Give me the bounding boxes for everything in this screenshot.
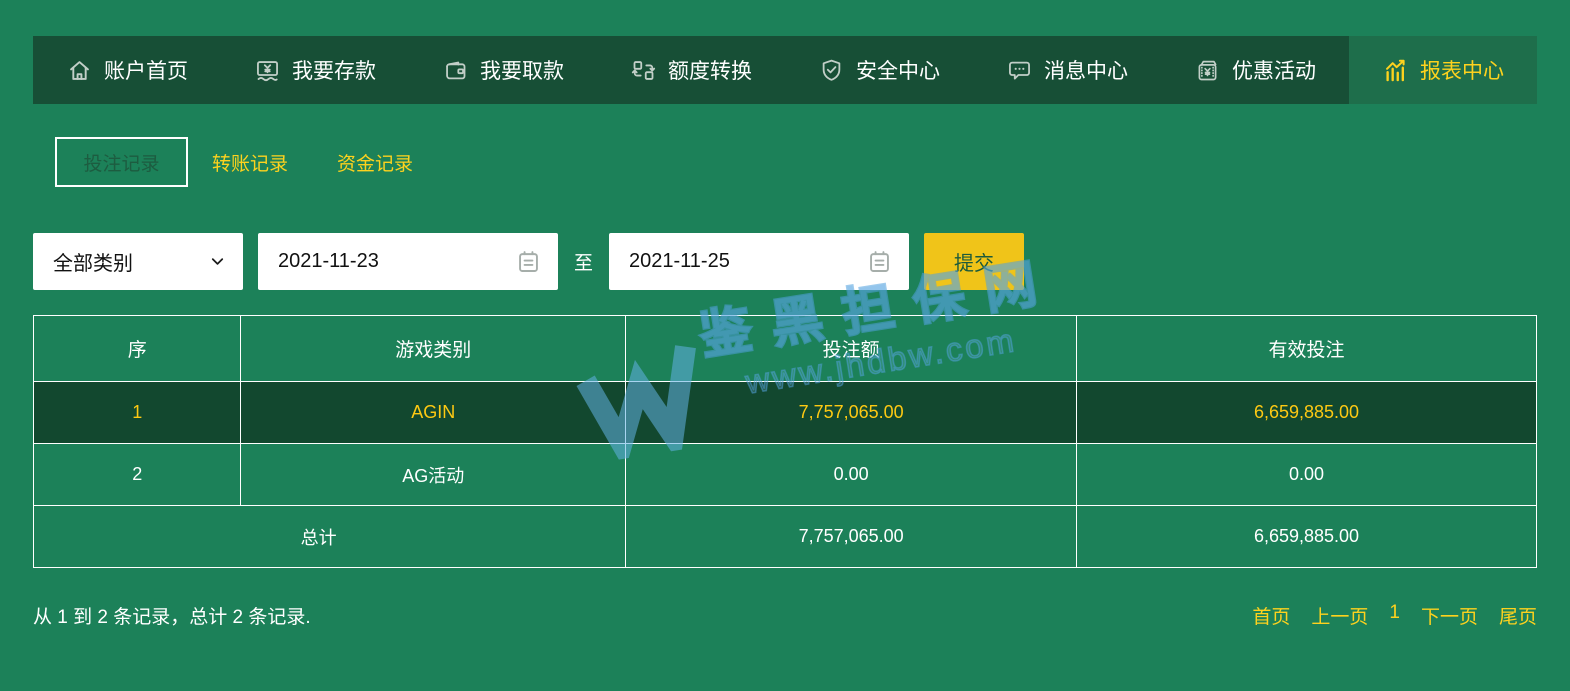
nav-item-security-center[interactable]: 安全中心 [785, 36, 973, 104]
pagination-last[interactable]: 尾页 [1499, 602, 1537, 629]
category-select[interactable]: 全部类别 [33, 233, 243, 290]
shield-check-icon [822, 59, 841, 81]
records-summary: 从 1 到 2 条记录，总计 2 条记录. [33, 607, 311, 628]
table-row: 1 AGIN 7,757,065.00 6,659,885.00 [32, 381, 1537, 444]
header-index: 序 [32, 315, 242, 382]
home-icon [70, 60, 89, 80]
cell-game: AGIN [240, 381, 627, 444]
date-from-input[interactable] [258, 233, 558, 290]
total-bet-amount: 7,757,065.00 [625, 505, 1078, 568]
header-game-category: 游戏类别 [240, 315, 627, 382]
cell-bet-amount: 7,757,065.00 [625, 381, 1078, 444]
cell-bet-amount: 0.00 [625, 443, 1078, 506]
nav-item-label: 额度转换 [668, 60, 752, 83]
header-bet-amount: 投注额 [625, 315, 1078, 382]
nav-item-label: 安全中心 [856, 60, 940, 83]
table-row: 2 AG活动 0.00 0.00 [32, 443, 1537, 506]
pagination: 首页 上一页 1 下一页 尾页 [1252, 602, 1537, 629]
report-chart-icon [1386, 59, 1405, 81]
cell-valid-bet: 6,659,885.00 [1076, 381, 1537, 444]
message-icon [1009, 61, 1030, 79]
nav-item-label: 我要存款 [292, 60, 376, 83]
nav-item-account-home[interactable]: 账户首页 [33, 36, 221, 104]
header-valid-bet: 有效投注 [1076, 315, 1537, 382]
date-from-field [258, 233, 558, 290]
nav-item-label: 账户首页 [104, 60, 188, 83]
nav-item-report-center[interactable]: 报表中心 [1349, 36, 1537, 104]
withdraw-wallet-icon [446, 61, 466, 79]
cell-game: AG活动 [240, 443, 627, 506]
nav-item-withdraw[interactable]: 我要取款 [409, 36, 597, 104]
submit-button[interactable]: 提交 [924, 233, 1025, 290]
pagination-page-1[interactable]: 1 [1389, 602, 1400, 629]
bottom-bar: 从 1 到 2 条记录，总计 2 条记录. 首页 上一页 1 下一页 尾页 [33, 602, 1537, 629]
pagination-prev[interactable]: 上一页 [1311, 602, 1368, 629]
table-header-row: 序 游戏类别 投注额 有效投注 [32, 315, 1537, 382]
tab-transfer-records[interactable]: 转账记录 [212, 149, 288, 176]
total-label: 总计 [32, 505, 627, 568]
transfer-icon [631, 60, 656, 80]
filter-bar: 全部类别 至 提交 [33, 233, 1025, 290]
table-total-row: 总计 7,757,065.00 6,659,885.00 [32, 505, 1537, 568]
date-range-to-label: 至 [574, 253, 594, 274]
date-to-field [609, 233, 910, 290]
nav-item-deposit[interactable]: 我要存款 [221, 36, 409, 104]
calendar-icon[interactable] [866, 248, 893, 275]
record-tabs: 投注记录 转账记录 资金记录 [55, 137, 413, 187]
nav-item-message-center[interactable]: 消息中心 [973, 36, 1161, 104]
pagination-first[interactable]: 首页 [1252, 602, 1290, 629]
deposit-icon [257, 60, 278, 81]
cell-index: 1 [32, 381, 242, 444]
nav-item-label: 报表中心 [1420, 60, 1504, 83]
cell-valid-bet: 0.00 [1076, 443, 1537, 506]
top-navigation: 账户首页 我要存款 我要取款 额度转换 安全中心 消息中心 优惠活动 报表中心 [33, 36, 1537, 104]
chevron-down-icon [211, 258, 224, 265]
date-to-input[interactable] [609, 233, 910, 290]
promo-packet-icon [1198, 60, 1217, 80]
nav-item-label: 我要取款 [480, 60, 564, 83]
nav-item-label: 优惠活动 [1232, 60, 1316, 83]
total-valid-bet: 6,659,885.00 [1076, 505, 1537, 568]
nav-item-quota-transfer[interactable]: 额度转换 [597, 36, 785, 104]
cell-index: 2 [32, 443, 242, 506]
pagination-next[interactable]: 下一页 [1421, 602, 1478, 629]
tab-bet-records[interactable]: 投注记录 [55, 137, 188, 187]
bet-report-table: 序 游戏类别 投注额 有效投注 1 AGIN 7,757,065.00 6,65… [32, 315, 1537, 568]
calendar-icon[interactable] [515, 248, 542, 275]
nav-item-promotions[interactable]: 优惠活动 [1161, 36, 1349, 104]
tab-fund-records[interactable]: 资金记录 [337, 149, 413, 176]
tab-label: 投注记录 [83, 153, 160, 175]
nav-item-label: 消息中心 [1044, 60, 1128, 83]
category-select-value: 全部类别 [53, 253, 133, 275]
